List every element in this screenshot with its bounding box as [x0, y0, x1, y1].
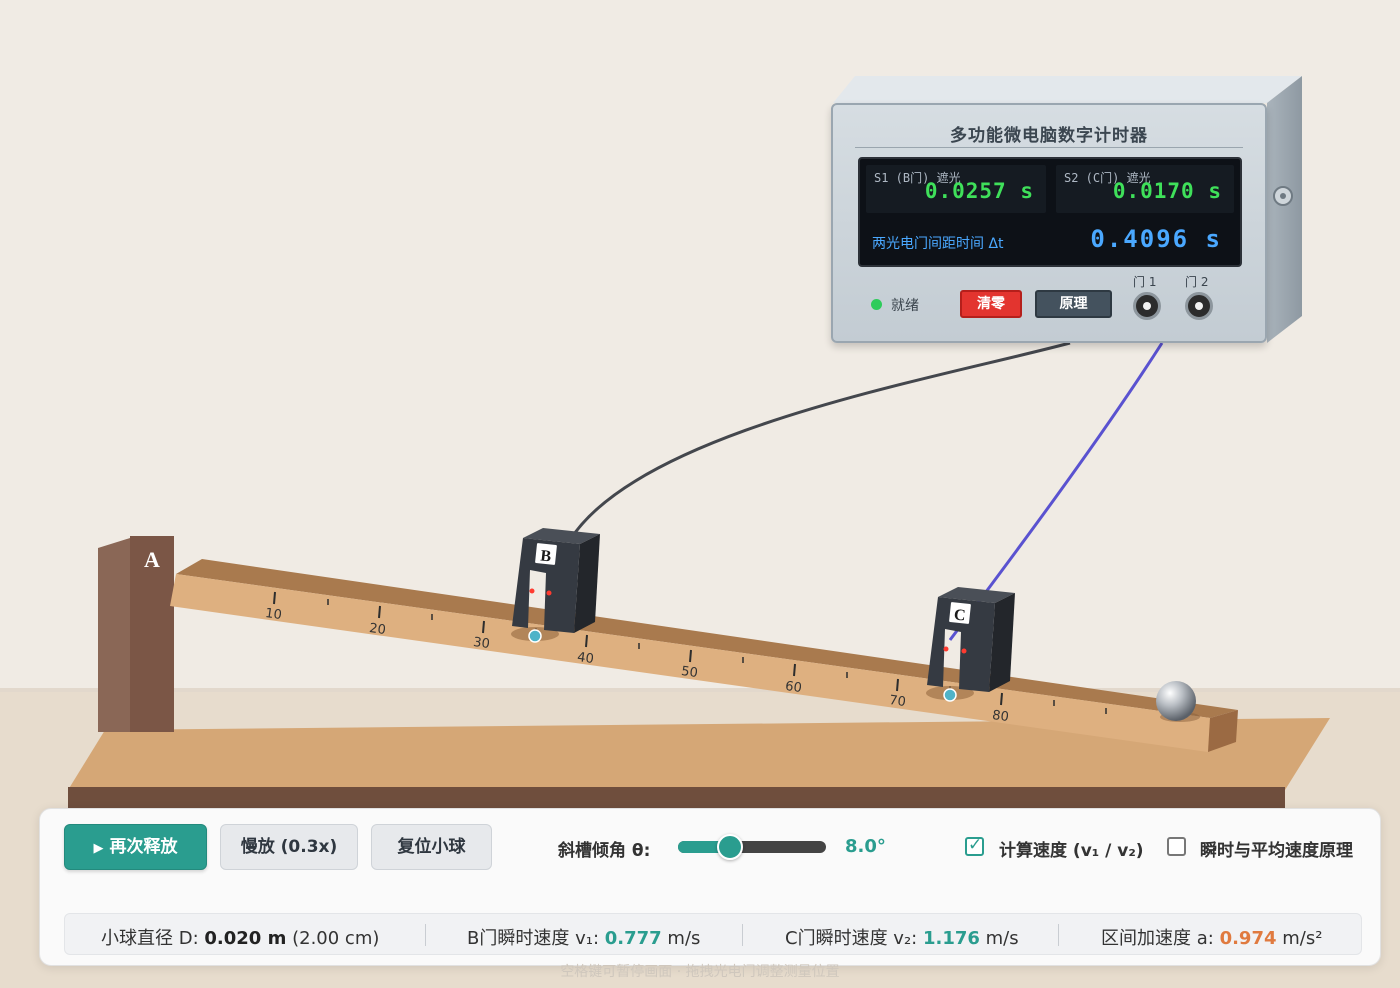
stat-v2-value: 1.176 [922, 928, 980, 949]
s1-value: 0.0257 s [924, 179, 1034, 203]
ruler-label: 70 [888, 693, 906, 710]
stat-diameter: 小球直径 D: 0.020 m (2.00 cm) [101, 924, 379, 950]
dt-label: 两光电门间距时间 Δt [872, 236, 1004, 252]
ruler-tick-80 [1000, 692, 1003, 706]
ruler-tick-60 [793, 663, 796, 677]
s2-readout: S2 (C门) 遮光 0.0170 s [1056, 165, 1234, 213]
jack-2-socket-icon [1185, 292, 1213, 320]
calc-speed-checkbox[interactable] [965, 835, 984, 856]
ruler-label: 20 [368, 621, 386, 638]
ruler-label: 40 [576, 650, 594, 667]
angle-slider-track[interactable] [678, 841, 826, 853]
slow-motion-button[interactable]: 慢放 (0.3x) [220, 824, 358, 870]
stat-a-value: 0.974 [1219, 928, 1277, 949]
dt-value: 0.4096 s [1090, 225, 1222, 253]
timer-side-face [1267, 76, 1302, 343]
ruler-tick-70 [896, 678, 899, 692]
stat-v1-unit: m/s [667, 928, 701, 949]
stat-separator [1058, 924, 1059, 946]
stat-diameter-extra: (2.00 cm) [292, 928, 380, 949]
principle-button[interactable]: 原理 [1035, 290, 1112, 318]
s2-value: 0.0170 s [1112, 179, 1222, 203]
s1-readout: S1 (B门) 遮光 0.0257 s [866, 165, 1046, 213]
stats-bar: 小球直径 D: 0.020 m (2.00 cm) B门瞬时速度 v₁: 0.7… [64, 913, 1362, 955]
play-icon: ▶ [93, 841, 104, 856]
ruler-tick-50 [689, 649, 692, 663]
status-indicator-icon [871, 299, 882, 310]
jack-1-label: 门 1 [1133, 275, 1157, 289]
steel-ball[interactable] [1156, 681, 1196, 721]
stat-diameter-value: 0.020 m [204, 928, 287, 949]
stat-v2-label: C门瞬时速度 v₂: [785, 928, 918, 949]
timer-top-face [833, 76, 1302, 103]
ruler-label: 30 [472, 635, 490, 652]
ruler-label: 80 [991, 708, 1009, 725]
stat-v2: C门瞬时速度 v₂: 1.176 m/s [785, 924, 1019, 950]
stat-v2-unit: m/s [985, 928, 1019, 949]
status-text: 就绪 [891, 298, 919, 314]
photogate-c[interactable]: C [926, 587, 1015, 702]
ruler-label: 60 [784, 679, 802, 696]
angle-slider-thumb[interactable] [716, 834, 743, 860]
release-button[interactable]: ▶ 再次释放 [64, 824, 207, 870]
timer-divider [855, 147, 1243, 148]
principle-checkbox[interactable] [1167, 837, 1186, 856]
reset-ball-button[interactable]: 复位小球 [371, 824, 492, 870]
gate-b-handle [528, 629, 542, 643]
release-button-label: 再次释放 [109, 837, 178, 857]
angle-label: 斜槽倾角 θ: [558, 841, 651, 861]
control-panel: ▶ 再次释放 慢放 (0.3x) 复位小球 斜槽倾角 θ: 8.0° 计算速度 (… [39, 808, 1381, 966]
stop-block-label: A [144, 547, 160, 572]
keyboard-hint: 空格键可暂停画面 · 拖拽光电门调整测量位置 [560, 964, 840, 980]
stat-a-label: 区间加速度 a: [1101, 928, 1214, 949]
stat-acceleration: 区间加速度 a: 0.974 m/s² [1101, 924, 1322, 950]
ruler-tick-30 [482, 620, 485, 634]
gate-c-label: C [953, 606, 966, 624]
jack-2-label: 门 2 [1185, 275, 1209, 289]
timer-title: 多功能微电脑数字计时器 [950, 126, 1148, 146]
stat-v1: B门瞬时速度 v₁: 0.777 m/s [467, 924, 700, 950]
principle-checkbox-label[interactable]: 瞬时与平均速度原理 [1200, 836, 1353, 861]
gate-b-label: B [540, 547, 553, 565]
ruler-label: 50 [680, 664, 698, 681]
digital-timer: 多功能微电脑数字计时器 S1 (B门) 遮光 0.0257 s S2 (C门) … [831, 103, 1267, 343]
ruler-tick-40 [585, 634, 588, 648]
stat-a-unit: m/s² [1282, 928, 1323, 949]
ruler-tick-10 [273, 591, 276, 605]
stat-v1-label: B门瞬时速度 v₁: [467, 928, 600, 949]
jack-1-socket-icon [1133, 292, 1161, 320]
dt-readout: 两光电门间距时间 Δt 0.4096 s [866, 221, 1234, 261]
ruler-label: 10 [264, 606, 282, 623]
stat-v1-value: 0.777 [604, 928, 662, 949]
angle-value: 8.0° [845, 836, 886, 857]
gate-c-handle [943, 688, 957, 702]
stat-separator [425, 924, 426, 946]
stat-separator [742, 924, 743, 946]
stop-block-side [98, 538, 130, 732]
clear-button[interactable]: 清零 [960, 290, 1022, 318]
photogate-b[interactable]: B [511, 528, 600, 643]
stat-diameter-label: 小球直径 D: [101, 928, 199, 949]
table-front [68, 787, 1285, 809]
timer-screen: S1 (B门) 遮光 0.0257 s S2 (C门) 遮光 0.0170 s … [858, 157, 1242, 267]
ruler-tick-20 [378, 605, 381, 619]
calc-speed-label[interactable]: 计算速度 (v₁ / v₂) [999, 836, 1144, 861]
